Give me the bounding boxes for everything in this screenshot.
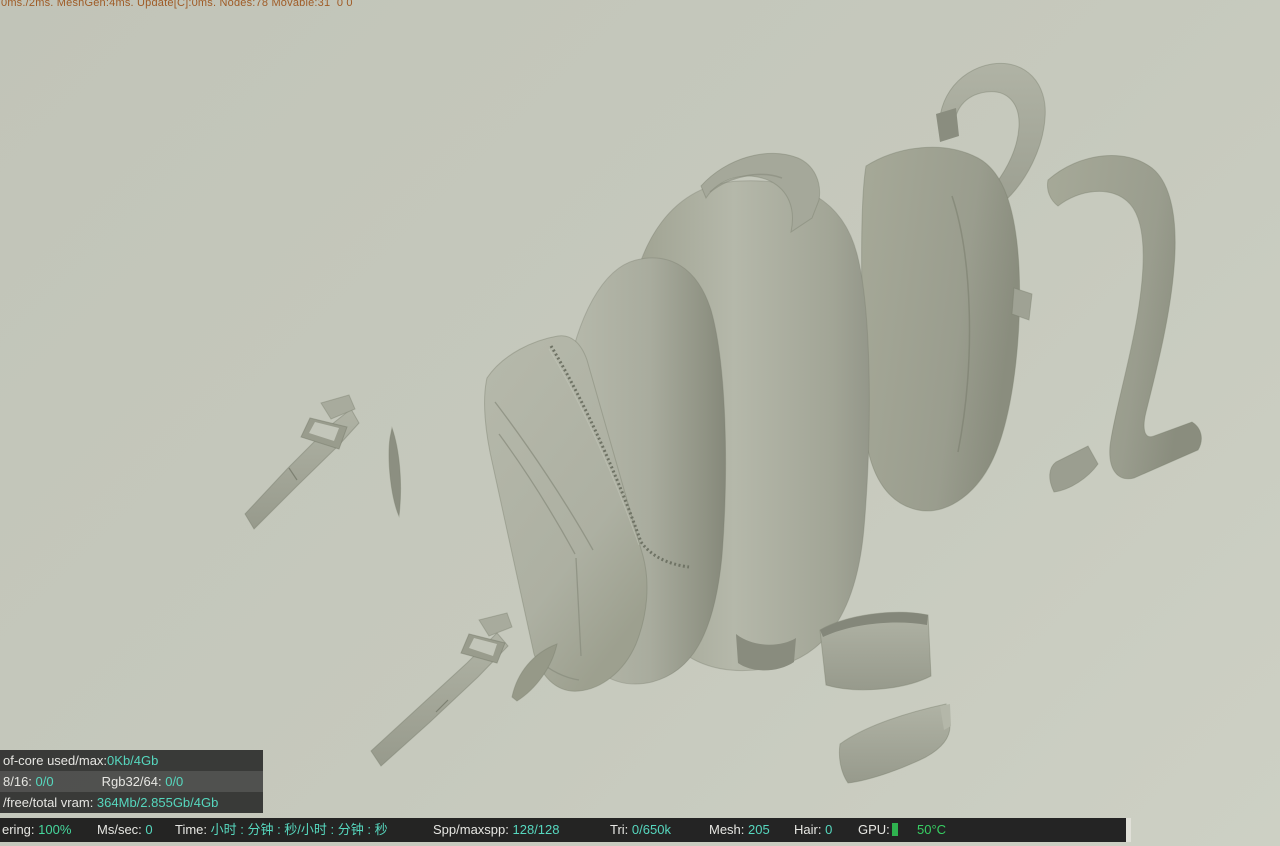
rgb8-16-value: 0/0 bbox=[35, 774, 54, 789]
status-bar-endcap bbox=[1126, 818, 1131, 842]
gpu-label: GPU: bbox=[858, 822, 890, 837]
rendering-value: 100% bbox=[38, 822, 72, 837]
rgb32-64-value: 0/0 bbox=[165, 774, 184, 789]
spp-label: Spp/maxspp: bbox=[433, 822, 513, 837]
tri-stat: Tri: 0/650k bbox=[610, 818, 671, 842]
mssec-label: Ms/sec: bbox=[97, 822, 146, 837]
time-value: 小时 : 分钟 : 秒/小时 : 分钟 : 秒 bbox=[210, 822, 388, 837]
mssec-value: 0 bbox=[145, 822, 153, 837]
rgb8-16-label: 8/16: bbox=[3, 774, 36, 789]
hair-value: 0 bbox=[825, 822, 833, 837]
gpu-stat: GPU: bbox=[858, 818, 898, 842]
vram-value: 364Mb/2.855Gb/4Gb bbox=[96, 795, 219, 810]
memory-row-rgb: 8/16: 0/0 Rgb32/64: 0/0 bbox=[0, 771, 263, 792]
backpack-shard[interactable] bbox=[388, 426, 402, 518]
tri-label: Tri: bbox=[610, 822, 632, 837]
backpack-pocket-band-lower[interactable] bbox=[838, 703, 951, 784]
render-status-bar: ering: 100% Ms/sec: 0 Time: 小时 : 分钟 : 秒/… bbox=[0, 818, 1131, 842]
out-of-core-value: 0Kb/4Gb bbox=[107, 753, 159, 768]
gpu-usage-bar bbox=[891, 823, 898, 836]
hair-stat: Hair: 0 bbox=[794, 818, 832, 842]
tri-value: 0/650k bbox=[631, 822, 671, 837]
mesh-stat: Mesh: 205 bbox=[709, 818, 770, 842]
backpack-back-panel[interactable] bbox=[861, 146, 1033, 512]
hair-label: Hair: bbox=[794, 822, 826, 837]
memory-stats-panel: of-core used/max:0Kb/4Gb 8/16: 0/0 Rgb32/… bbox=[0, 750, 263, 813]
time-stat: Time: 小时 : 分钟 : 秒/小时 : 分钟 : 秒 bbox=[175, 818, 388, 842]
out-of-core-label: of-core used/max: bbox=[3, 753, 108, 768]
mesh-value: 205 bbox=[748, 822, 770, 837]
rendering-label: ering: bbox=[2, 822, 39, 837]
debug-stats-overlay: 0ms./2ms. MeshGen:4ms. Update[C]:0ms. No… bbox=[1, 0, 353, 9]
backpack-strap-right[interactable] bbox=[1047, 155, 1202, 480]
backpack-strap-lower-left[interactable] bbox=[370, 612, 513, 767]
memory-row-out-of-core: of-core used/max:0Kb/4Gb bbox=[0, 750, 263, 771]
mssec-stat: Ms/sec: 0 bbox=[97, 818, 153, 842]
backpack-exploded-model[interactable] bbox=[0, 0, 1280, 846]
backpack-hook-notch bbox=[936, 108, 959, 142]
memory-row-vram: /free/total vram: 364Mb/2.855Gb/4Gb bbox=[0, 792, 263, 813]
gpu-temp: 50°C bbox=[917, 818, 946, 842]
rendering-progress: ering: 100% bbox=[2, 818, 71, 842]
vram-label: /free/total vram: bbox=[3, 795, 97, 810]
spp-value: 128/128 bbox=[512, 822, 560, 837]
spp-stat: Spp/maxspp: 128/128 bbox=[433, 818, 560, 842]
gpu-temp-value: 50°C bbox=[917, 822, 947, 837]
backpack-pocket-band-upper[interactable] bbox=[819, 611, 932, 691]
backpack-strap-upper-left[interactable] bbox=[244, 394, 360, 530]
backpack-strap-right-tip[interactable] bbox=[1049, 445, 1099, 493]
time-label: Time: bbox=[175, 822, 211, 837]
render-viewport[interactable]: 0ms./2ms. MeshGen:4ms. Update[C]:0ms. No… bbox=[0, 0, 1280, 846]
rgb32-64-label: Rgb32/64: bbox=[101, 774, 166, 789]
mesh-label: Mesh: bbox=[709, 822, 749, 837]
